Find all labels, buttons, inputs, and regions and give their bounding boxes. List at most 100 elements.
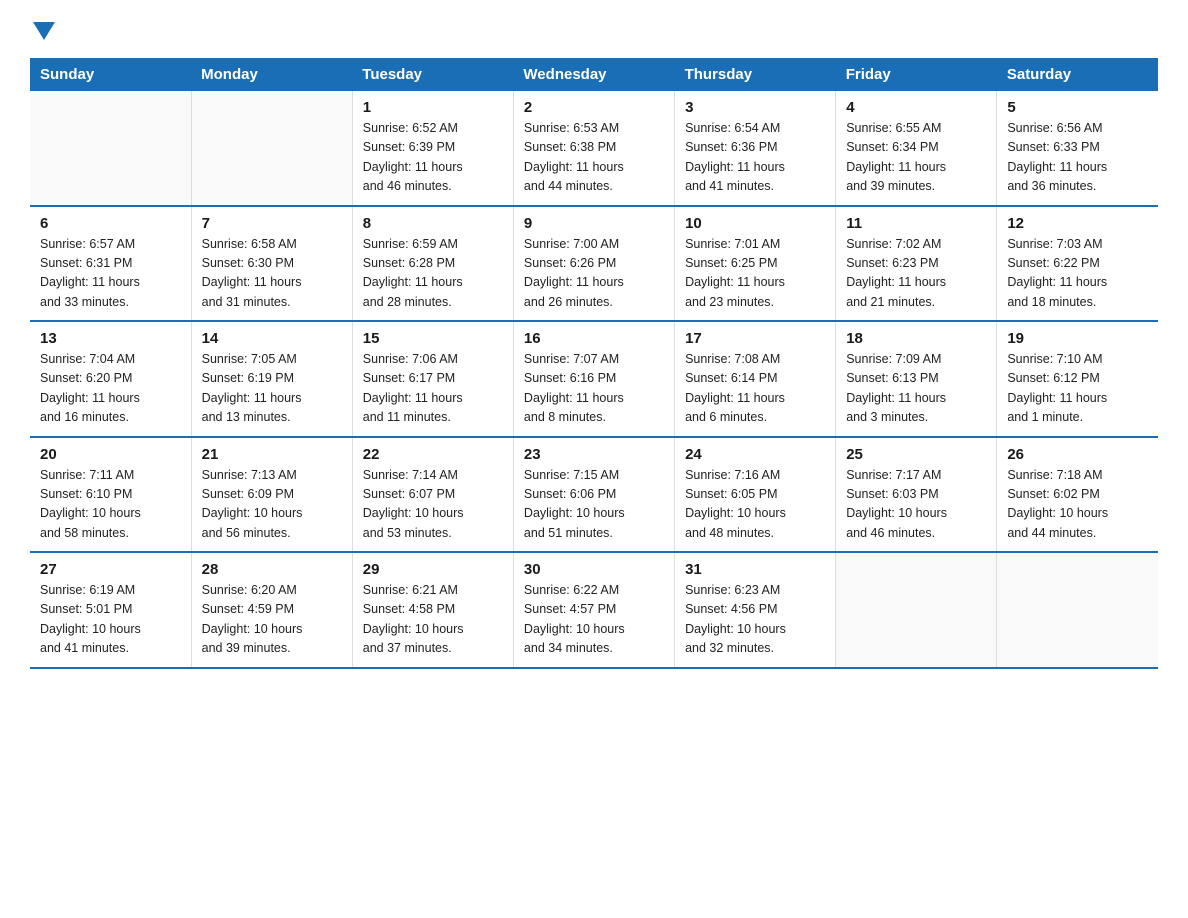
- col-saturday: Saturday: [997, 58, 1158, 91]
- day-number: 20: [40, 446, 181, 463]
- day-info: Sunrise: 7:13 AMSunset: 6:09 PMDaylight:…: [202, 466, 342, 544]
- calendar-cell: 6 Sunrise: 6:57 AMSunset: 6:31 PMDaylight…: [30, 206, 191, 322]
- calendar-week-row: 6 Sunrise: 6:57 AMSunset: 6:31 PMDaylight…: [30, 206, 1158, 322]
- calendar-cell: 9 Sunrise: 7:00 AMSunset: 6:26 PMDaylight…: [513, 206, 674, 322]
- day-number: 5: [1007, 99, 1148, 116]
- day-number: 9: [524, 215, 664, 232]
- calendar-cell: 18 Sunrise: 7:09 AMSunset: 6:13 PMDayligh…: [836, 321, 997, 437]
- calendar-cell: 14 Sunrise: 7:05 AMSunset: 6:19 PMDayligh…: [191, 321, 352, 437]
- day-number: 11: [846, 215, 986, 232]
- day-info: Sunrise: 6:56 AMSunset: 6:33 PMDaylight:…: [1007, 119, 1148, 197]
- day-info: Sunrise: 7:14 AMSunset: 6:07 PMDaylight:…: [363, 466, 503, 544]
- day-info: Sunrise: 7:09 AMSunset: 6:13 PMDaylight:…: [846, 350, 986, 428]
- day-number: 21: [202, 446, 342, 463]
- day-number: 17: [685, 330, 825, 347]
- calendar-cell: 13 Sunrise: 7:04 AMSunset: 6:20 PMDayligh…: [30, 321, 191, 437]
- col-thursday: Thursday: [675, 58, 836, 91]
- calendar-cell: 31 Sunrise: 6:23 AMSunset: 4:56 PMDayligh…: [675, 552, 836, 668]
- day-number: 25: [846, 446, 986, 463]
- day-info: Sunrise: 7:03 AMSunset: 6:22 PMDaylight:…: [1007, 235, 1148, 313]
- day-info: Sunrise: 7:02 AMSunset: 6:23 PMDaylight:…: [846, 235, 986, 313]
- day-info: Sunrise: 6:23 AMSunset: 4:56 PMDaylight:…: [685, 581, 825, 659]
- day-number: 24: [685, 446, 825, 463]
- calendar-cell: [191, 91, 352, 206]
- calendar-table: Sunday Monday Tuesday Wednesday Thursday…: [30, 58, 1158, 669]
- day-number: 27: [40, 561, 181, 578]
- day-number: 3: [685, 99, 825, 116]
- day-info: Sunrise: 6:20 AMSunset: 4:59 PMDaylight:…: [202, 581, 342, 659]
- calendar-cell: [30, 91, 191, 206]
- day-number: 16: [524, 330, 664, 347]
- day-info: Sunrise: 7:07 AMSunset: 6:16 PMDaylight:…: [524, 350, 664, 428]
- calendar-cell: [836, 552, 997, 668]
- calendar-cell: 28 Sunrise: 6:20 AMSunset: 4:59 PMDayligh…: [191, 552, 352, 668]
- day-number: 31: [685, 561, 825, 578]
- day-info: Sunrise: 7:04 AMSunset: 6:20 PMDaylight:…: [40, 350, 181, 428]
- col-wednesday: Wednesday: [513, 58, 674, 91]
- day-number: 2: [524, 99, 664, 116]
- day-info: Sunrise: 6:22 AMSunset: 4:57 PMDaylight:…: [524, 581, 664, 659]
- day-info: Sunrise: 6:57 AMSunset: 6:31 PMDaylight:…: [40, 235, 181, 313]
- calendar-header-row: Sunday Monday Tuesday Wednesday Thursday…: [30, 58, 1158, 91]
- day-info: Sunrise: 7:11 AMSunset: 6:10 PMDaylight:…: [40, 466, 181, 544]
- day-info: Sunrise: 6:55 AMSunset: 6:34 PMDaylight:…: [846, 119, 986, 197]
- day-number: 14: [202, 330, 342, 347]
- col-sunday: Sunday: [30, 58, 191, 91]
- calendar-cell: 11 Sunrise: 7:02 AMSunset: 6:23 PMDayligh…: [836, 206, 997, 322]
- day-number: 22: [363, 446, 503, 463]
- day-number: 8: [363, 215, 503, 232]
- calendar-cell: 1Sunrise: 6:52 AMSunset: 6:39 PMDaylight…: [352, 91, 513, 206]
- day-info: Sunrise: 7:17 AMSunset: 6:03 PMDaylight:…: [846, 466, 986, 544]
- day-number: 18: [846, 330, 986, 347]
- calendar-cell: 27 Sunrise: 6:19 AMSunset: 5:01 PMDayligh…: [30, 552, 191, 668]
- day-info: Sunrise: 6:21 AMSunset: 4:58 PMDaylight:…: [363, 581, 503, 659]
- day-number: 1: [363, 99, 503, 116]
- day-info: Sunrise: 6:59 AMSunset: 6:28 PMDaylight:…: [363, 235, 503, 313]
- logo-triangle-icon: [33, 22, 55, 40]
- calendar-cell: 3 Sunrise: 6:54 AMSunset: 6:36 PMDaylight…: [675, 91, 836, 206]
- day-number: 23: [524, 446, 664, 463]
- day-info: Sunrise: 7:18 AMSunset: 6:02 PMDaylight:…: [1007, 466, 1148, 544]
- day-number: 15: [363, 330, 503, 347]
- col-monday: Monday: [191, 58, 352, 91]
- day-info: Sunrise: 6:58 AMSunset: 6:30 PMDaylight:…: [202, 235, 342, 313]
- day-info: Sunrise: 7:16 AMSunset: 6:05 PMDaylight:…: [685, 466, 825, 544]
- logo: [30, 20, 55, 40]
- calendar-cell: 15Sunrise: 7:06 AMSunset: 6:17 PMDayligh…: [352, 321, 513, 437]
- day-number: 29: [363, 561, 503, 578]
- calendar-cell: 23 Sunrise: 7:15 AMSunset: 6:06 PMDayligh…: [513, 437, 674, 553]
- calendar-cell: 22 Sunrise: 7:14 AMSunset: 6:07 PMDayligh…: [352, 437, 513, 553]
- calendar-cell: 8 Sunrise: 6:59 AMSunset: 6:28 PMDaylight…: [352, 206, 513, 322]
- day-info: Sunrise: 7:08 AMSunset: 6:14 PMDaylight:…: [685, 350, 825, 428]
- calendar-week-row: 1Sunrise: 6:52 AMSunset: 6:39 PMDaylight…: [30, 91, 1158, 206]
- calendar-cell: 4 Sunrise: 6:55 AMSunset: 6:34 PMDaylight…: [836, 91, 997, 206]
- calendar-cell: 10Sunrise: 7:01 AMSunset: 6:25 PMDayligh…: [675, 206, 836, 322]
- day-number: 6: [40, 215, 181, 232]
- calendar-cell: 21 Sunrise: 7:13 AMSunset: 6:09 PMDayligh…: [191, 437, 352, 553]
- day-info: Sunrise: 7:10 AMSunset: 6:12 PMDaylight:…: [1007, 350, 1148, 428]
- day-info: Sunrise: 7:15 AMSunset: 6:06 PMDaylight:…: [524, 466, 664, 544]
- day-info: Sunrise: 7:01 AMSunset: 6:25 PMDaylight:…: [685, 235, 825, 313]
- calendar-cell: 12Sunrise: 7:03 AMSunset: 6:22 PMDayligh…: [997, 206, 1158, 322]
- calendar-cell: 19Sunrise: 7:10 AMSunset: 6:12 PMDayligh…: [997, 321, 1158, 437]
- calendar-week-row: 13 Sunrise: 7:04 AMSunset: 6:20 PMDayligh…: [30, 321, 1158, 437]
- calendar-cell: 20 Sunrise: 7:11 AMSunset: 6:10 PMDayligh…: [30, 437, 191, 553]
- day-info: Sunrise: 7:00 AMSunset: 6:26 PMDaylight:…: [524, 235, 664, 313]
- calendar-cell: 29 Sunrise: 6:21 AMSunset: 4:58 PMDayligh…: [352, 552, 513, 668]
- day-number: 7: [202, 215, 342, 232]
- day-info: Sunrise: 6:54 AMSunset: 6:36 PMDaylight:…: [685, 119, 825, 197]
- page-header: [30, 20, 1158, 40]
- day-number: 30: [524, 561, 664, 578]
- day-info: Sunrise: 6:53 AMSunset: 6:38 PMDaylight:…: [524, 119, 664, 197]
- day-number: 28: [202, 561, 342, 578]
- day-number: 26: [1007, 446, 1148, 463]
- day-info: Sunrise: 6:19 AMSunset: 5:01 PMDaylight:…: [40, 581, 181, 659]
- calendar-cell: 7 Sunrise: 6:58 AMSunset: 6:30 PMDaylight…: [191, 206, 352, 322]
- calendar-cell: 17 Sunrise: 7:08 AMSunset: 6:14 PMDayligh…: [675, 321, 836, 437]
- day-number: 13: [40, 330, 181, 347]
- day-number: 4: [846, 99, 986, 116]
- calendar-cell: 25 Sunrise: 7:17 AMSunset: 6:03 PMDayligh…: [836, 437, 997, 553]
- day-info: Sunrise: 7:05 AMSunset: 6:19 PMDaylight:…: [202, 350, 342, 428]
- calendar-cell: 24 Sunrise: 7:16 AMSunset: 6:05 PMDayligh…: [675, 437, 836, 553]
- calendar-cell: 5 Sunrise: 6:56 AMSunset: 6:33 PMDaylight…: [997, 91, 1158, 206]
